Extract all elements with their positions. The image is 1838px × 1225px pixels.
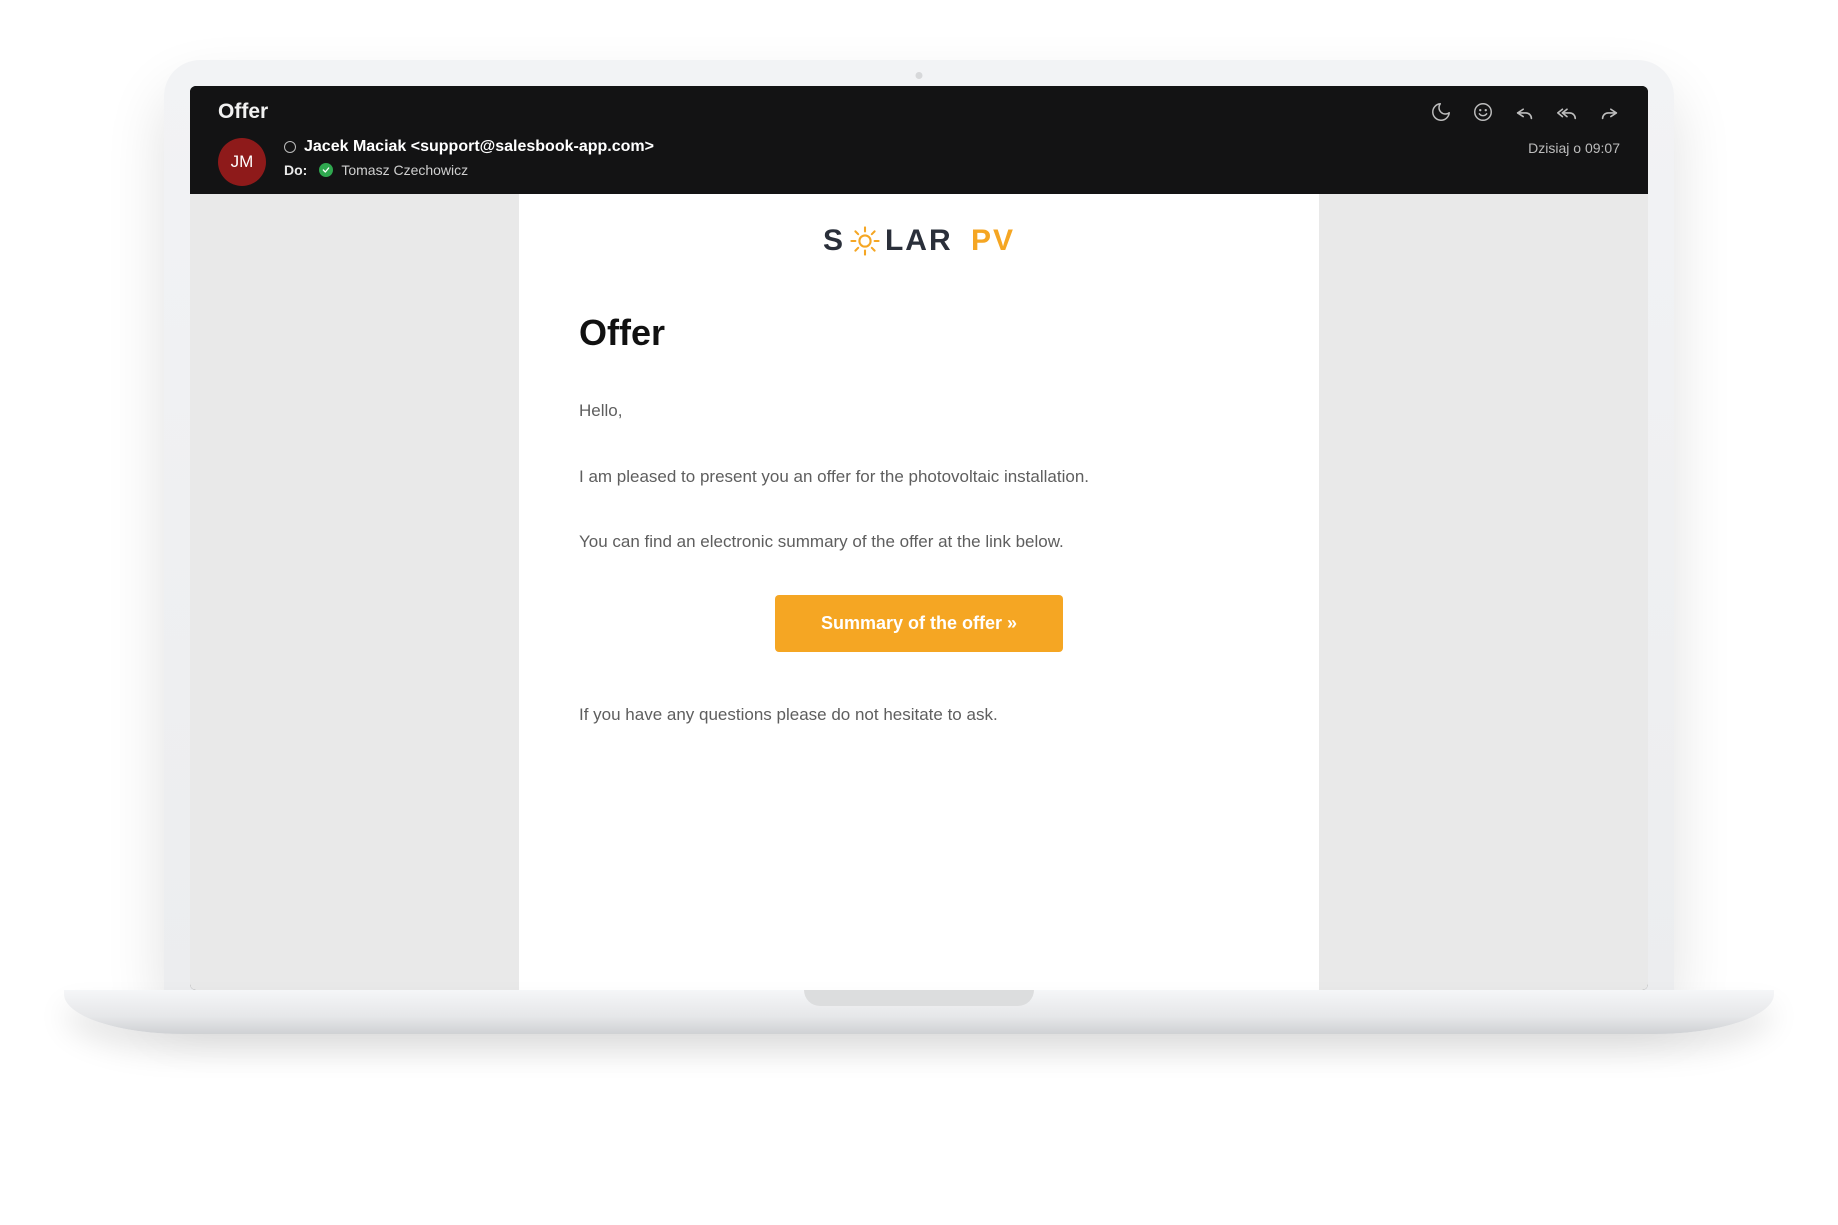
- sun-icon: [849, 225, 881, 257]
- reply-all-icon[interactable]: [1556, 101, 1578, 123]
- laptop-base: [64, 990, 1774, 1034]
- laptop-camera: [916, 72, 923, 79]
- laptop-hinge-notch: [804, 990, 1034, 1006]
- laptop-bezel: Offer: [164, 60, 1674, 990]
- brand-text-pv: PV: [971, 224, 1015, 258]
- reply-icon[interactable]: [1514, 101, 1536, 123]
- email-greeting: Hello,: [579, 398, 1259, 424]
- to-name: Tomasz Czechowicz: [341, 162, 468, 178]
- moon-icon[interactable]: [1430, 101, 1452, 123]
- brand-letter-s: S: [823, 224, 845, 258]
- laptop-mockup: Offer: [164, 60, 1674, 1034]
- summary-offer-button[interactable]: Summary of the offer »: [775, 595, 1063, 652]
- email-line-3: If you have any questions please do not …: [579, 702, 1259, 728]
- unread-indicator-icon: [284, 141, 296, 153]
- email-subject: Offer: [218, 100, 268, 124]
- sender-avatar: JM: [218, 138, 266, 186]
- forward-icon[interactable]: [1598, 101, 1620, 123]
- smile-icon[interactable]: [1472, 101, 1494, 123]
- email-body-viewport: S: [190, 194, 1648, 990]
- verified-icon: [319, 163, 333, 177]
- brand-logo: S: [579, 224, 1259, 258]
- to-label: Do:: [284, 162, 307, 178]
- email-line-2: You can find an electronic summary of th…: [579, 529, 1259, 555]
- to-line: Do: Tomasz Czechowicz: [284, 162, 1510, 178]
- from-line: Jacek Maciak <support@salesbook-app.com>: [284, 138, 1510, 156]
- email-timestamp: Dzisiaj o 09:07: [1528, 138, 1620, 156]
- laptop-screen: Offer: [190, 86, 1648, 990]
- email-toolbar: [1430, 101, 1620, 123]
- email-content: S: [519, 194, 1319, 990]
- brand-text-lar: LAR: [885, 224, 953, 258]
- email-header: Offer: [190, 86, 1648, 194]
- from-text: Jacek Maciak <support@salesbook-app.com>: [304, 138, 654, 156]
- email-title: Offer: [579, 312, 1259, 354]
- email-line-1: I am pleased to present you an offer for…: [579, 464, 1259, 490]
